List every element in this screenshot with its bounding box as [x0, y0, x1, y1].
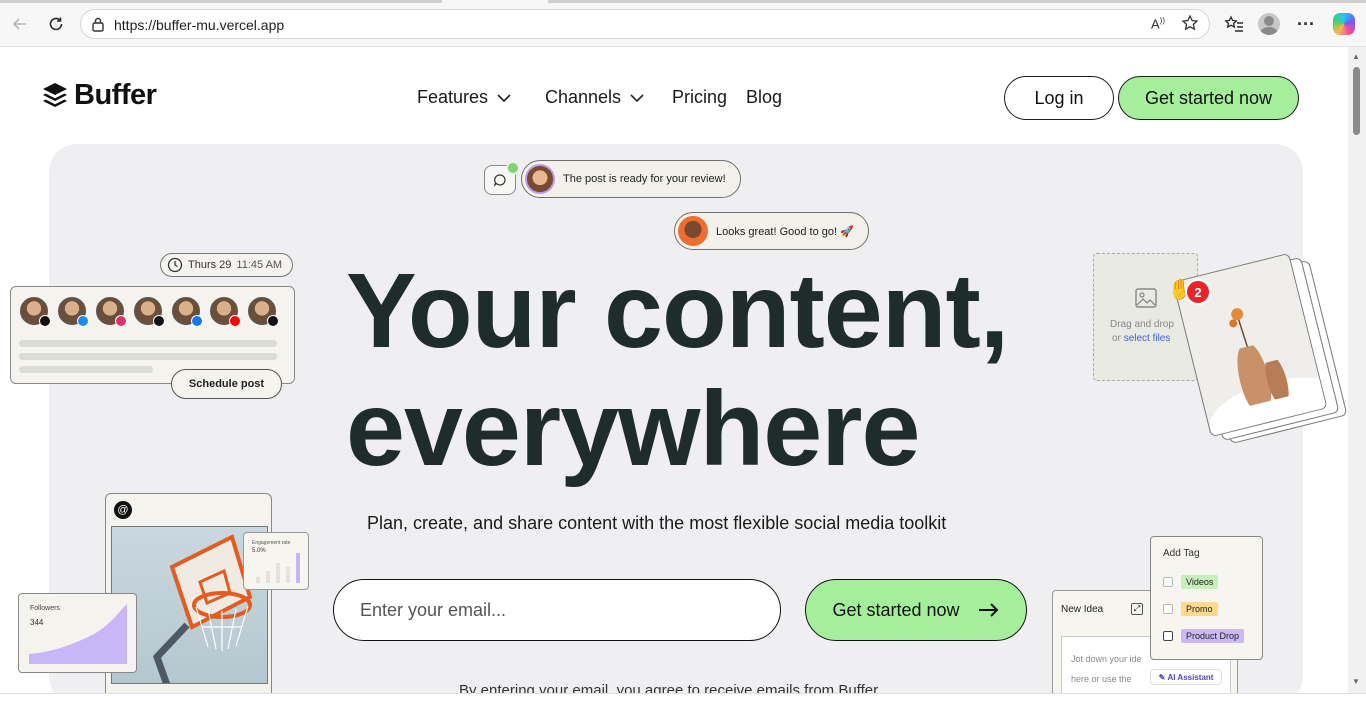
address-bar[interactable]: https://buffer-mu.vercel.app A))	[80, 9, 1210, 39]
hero-headline-line2: everywhere	[346, 370, 920, 488]
login-button[interactable]: Log in	[1004, 76, 1114, 120]
nav-channels[interactable]: Channels	[545, 87, 645, 108]
channel-avatar-instagram	[96, 297, 127, 327]
favorite-star-icon[interactable]	[1181, 14, 1199, 37]
tag-row-product-drop: Product Drop	[1163, 629, 1245, 643]
copilot-icon[interactable]	[1333, 13, 1355, 35]
engagement-bars	[256, 553, 300, 583]
tag-row-videos: Videos	[1163, 575, 1219, 589]
chevron-down-icon	[630, 93, 644, 102]
avatar	[525, 164, 555, 194]
window-bottom-edge	[0, 693, 1366, 701]
schedule-post-button: Schedule post	[171, 369, 282, 399]
idea-placeholder: Jot down your ide here or use the	[1071, 649, 1142, 689]
idea-placeholder-line2: here or use the	[1071, 674, 1132, 684]
nav-features[interactable]: Features	[417, 87, 512, 108]
magic-wand-icon: ✎	[1158, 672, 1166, 682]
url-text[interactable]: https://buffer-mu.vercel.app	[114, 17, 284, 33]
text-placeholder-line	[19, 340, 277, 347]
chat-bubble-text: The post is ready for your review!	[563, 173, 726, 185]
text-placeholder-line	[19, 353, 277, 360]
tag-title: Add Tag	[1163, 548, 1200, 559]
schedule-time-pill: Thurs 29 11:45 AM	[160, 253, 293, 277]
or-text: or	[1112, 333, 1121, 344]
text-placeholder-line	[19, 366, 153, 373]
tag-checkbox	[1163, 631, 1173, 641]
idea-title: New Idea	[1061, 604, 1104, 615]
favorites-list-icon[interactable]	[1221, 11, 1247, 37]
image-icon	[1135, 288, 1157, 308]
browser-toolbar: https://buffer-mu.vercel.app A)) ···	[0, 0, 1366, 47]
scrollbar-thumb[interactable]	[1353, 67, 1360, 135]
chat-bubble-approval: Looks great! Good to go! 🚀	[674, 212, 869, 250]
nav-pricing[interactable]: Pricing	[672, 87, 727, 108]
threads-icon: @	[114, 501, 132, 519]
tag-videos: Videos	[1181, 575, 1219, 589]
tag-promo: Promo	[1181, 602, 1218, 616]
expand-icon: ⤢	[1131, 603, 1143, 615]
followers-card: Followers 344	[18, 593, 137, 673]
idea-placeholder-line1: Jot down your ide	[1071, 654, 1142, 664]
followers-area-chart	[29, 604, 127, 664]
page-scrollbar[interactable]: ▲ ▼	[1348, 47, 1366, 693]
logo-text: Buffer	[74, 79, 157, 111]
arrow-right-icon	[978, 603, 998, 617]
nav-features-label: Features	[417, 87, 489, 107]
avatar	[678, 216, 708, 246]
drop-instructions: Drag and drop or select files	[1110, 318, 1174, 346]
notification-badge: 2	[1185, 279, 1211, 305]
more-options-icon[interactable]: ···	[1293, 11, 1319, 37]
engagement-rate-card: Engagement rate 5.0%	[243, 532, 309, 590]
nav-channels-label: Channels	[545, 87, 622, 107]
refresh-icon[interactable]	[43, 11, 69, 37]
clock-icon	[167, 257, 183, 273]
chat-bubble-review: The post is ready for your review!	[521, 160, 741, 198]
nav-blog[interactable]: Blog	[746, 87, 782, 108]
select-files-link: select files	[1123, 333, 1171, 344]
online-indicator	[506, 161, 520, 175]
ai-assistant-label: AI Assistant	[1167, 672, 1214, 682]
channel-avatar-facebook	[172, 297, 203, 327]
chat-bubble-text: Looks great! Good to go! 🚀	[716, 225, 854, 238]
tab-strip-edge	[548, 0, 1366, 3]
chevron-down-icon	[497, 93, 511, 102]
tag-checkbox	[1163, 577, 1173, 587]
scroll-up-arrow-icon[interactable]: ▲	[1352, 52, 1360, 61]
buffer-logo[interactable]: Buffer	[42, 79, 157, 112]
add-tag-card: Add Tag Videos Promo Product Drop	[1150, 536, 1263, 660]
read-aloud-icon[interactable]: A))	[1151, 16, 1165, 31]
drag-text: Drag and drop	[1110, 319, 1174, 330]
channel-avatar-youtube	[210, 297, 241, 327]
page-viewport: Buffer Features Channels Pricing Blog Lo…	[0, 47, 1348, 693]
hero-get-started-button[interactable]: Get started now	[805, 579, 1027, 641]
hero-subhead: Plan, create, and share content with the…	[367, 513, 947, 533]
scroll-down-arrow-icon[interactable]: ▼	[1352, 677, 1360, 686]
tag-row-promo: Promo	[1163, 602, 1218, 616]
hero-cta-label: Get started now	[832, 599, 960, 620]
channel-avatar-x	[248, 297, 279, 327]
tab-strip-edge	[0, 0, 442, 3]
channel-avatar-threads	[20, 297, 51, 327]
lock-icon[interactable]	[91, 16, 105, 37]
email-disclaimer: By entering your email, you agree to rec…	[459, 682, 882, 693]
profile-avatar[interactable]	[1258, 13, 1280, 35]
hero-headline-line1: Your content,	[346, 252, 1009, 370]
back-icon[interactable]	[7, 11, 33, 37]
email-input[interactable]	[333, 579, 781, 641]
schedule-time: 11:45 AM	[236, 259, 283, 271]
ai-assistant-button: ✎ AI Assistant	[1150, 669, 1222, 685]
schedule-day: Thurs 29	[188, 259, 232, 271]
channel-avatar-bluesky	[58, 297, 89, 327]
get-started-button[interactable]: Get started now	[1118, 76, 1299, 120]
hero-headline: Your content, everywhere	[346, 252, 1009, 488]
tag-checkbox	[1163, 604, 1173, 614]
buffer-logo-icon	[43, 82, 67, 107]
channel-avatar-tiktok	[134, 297, 165, 327]
tag-product-drop: Product Drop	[1181, 629, 1245, 643]
